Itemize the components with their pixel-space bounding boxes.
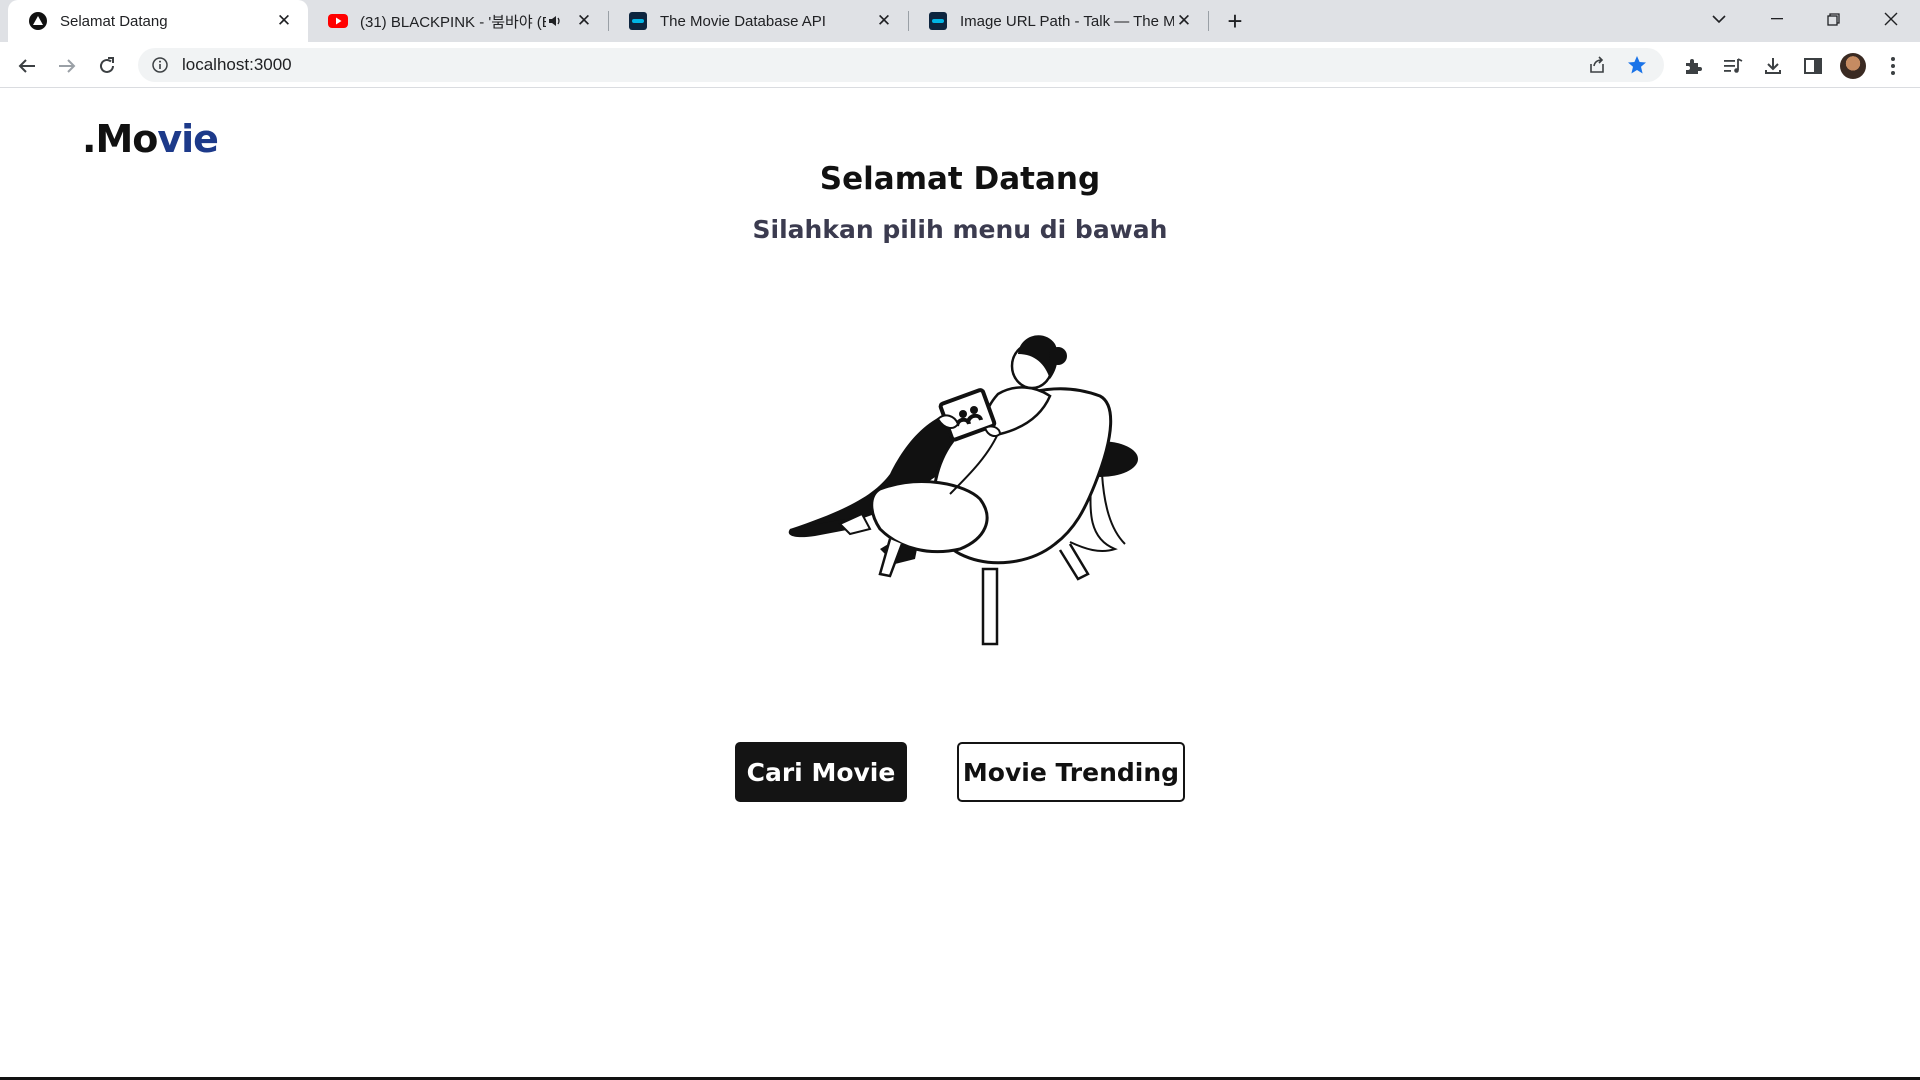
more-menu-icon[interactable] bbox=[1880, 53, 1906, 79]
person-reading-tablet-illustration bbox=[770, 324, 1155, 664]
side-panel-icon[interactable] bbox=[1800, 53, 1826, 79]
profile-avatar[interactable] bbox=[1840, 53, 1866, 79]
share-icon[interactable] bbox=[1584, 52, 1610, 78]
tab-tmdb-api[interactable]: The Movie Database API ✕ bbox=[608, 0, 908, 42]
back-arrow-icon[interactable] bbox=[12, 51, 42, 81]
download-icon[interactable] bbox=[1760, 53, 1786, 79]
page-subtitle: Silahkan pilih menu di bawah bbox=[752, 215, 1168, 244]
logo-dot: . bbox=[82, 117, 96, 161]
reload-icon[interactable] bbox=[92, 51, 122, 81]
tab-title: Selamat Datang bbox=[60, 12, 168, 30]
tmdb-icon bbox=[928, 11, 948, 31]
speaker-icon[interactable] bbox=[546, 11, 564, 31]
logo-text-accent: vie bbox=[157, 117, 219, 161]
close-window-button[interactable] bbox=[1868, 0, 1914, 38]
minimize-button[interactable] bbox=[1754, 0, 1800, 38]
page-title: Selamat Datang bbox=[819, 161, 1101, 197]
close-tab-icon[interactable]: ✕ bbox=[274, 11, 294, 31]
close-tab-icon[interactable]: ✕ bbox=[1174, 11, 1194, 31]
tab-title: The Movie Database API bbox=[660, 12, 826, 30]
avatar bbox=[1840, 53, 1866, 79]
youtube-icon bbox=[328, 11, 348, 31]
triangle-logo-icon bbox=[28, 11, 48, 31]
movie-trending-button[interactable]: Movie Trending bbox=[957, 742, 1185, 802]
restore-button[interactable] bbox=[1810, 0, 1856, 38]
tab-search-button[interactable] bbox=[1696, 0, 1742, 38]
tab-strip: Selamat Datang ✕ (31) BLACKPINK - '붐바야 (… bbox=[0, 0, 1920, 42]
bookmark-star-icon[interactable] bbox=[1624, 52, 1650, 78]
tmdb-icon bbox=[628, 11, 648, 31]
tab-youtube[interactable]: (31) BLACKPINK - '붐바야 (BOOMBAYAH)' ✕ bbox=[308, 0, 608, 42]
tab-selamat-datang[interactable]: Selamat Datang ✕ bbox=[8, 0, 308, 42]
logo-text-main: Mo bbox=[95, 117, 158, 161]
extensions-puzzle-icon[interactable] bbox=[1680, 53, 1706, 79]
close-tab-icon[interactable]: ✕ bbox=[574, 11, 594, 31]
url-text[interactable]: localhost:3000 bbox=[182, 55, 1584, 75]
forward-arrow-icon[interactable] bbox=[52, 51, 82, 81]
new-tab-button[interactable]: + bbox=[1220, 6, 1250, 36]
close-tab-icon[interactable]: ✕ bbox=[874, 11, 894, 31]
tab-divider bbox=[1208, 11, 1209, 31]
cari-movie-button[interactable]: Cari Movie bbox=[735, 742, 907, 802]
tab-image-url-path[interactable]: Image URL Path - Talk — The Movie Databa… bbox=[908, 0, 1208, 42]
address-bar[interactable]: localhost:3000 bbox=[138, 48, 1664, 82]
page-content: .Movie Selamat Datang Silahkan pilih men… bbox=[0, 89, 1920, 1080]
tab-title: (31) BLACKPINK - '붐바야 (BOOMBAYAH)' bbox=[360, 13, 546, 31]
info-icon[interactable] bbox=[150, 55, 170, 75]
browser-toolbar: localhost:3000 bbox=[0, 42, 1920, 88]
tab-title: Image URL Path - Talk — The Movie Databa… bbox=[960, 12, 1174, 30]
media-queue-icon[interactable] bbox=[1720, 53, 1746, 79]
site-logo[interactable]: .Movie bbox=[82, 117, 219, 161]
